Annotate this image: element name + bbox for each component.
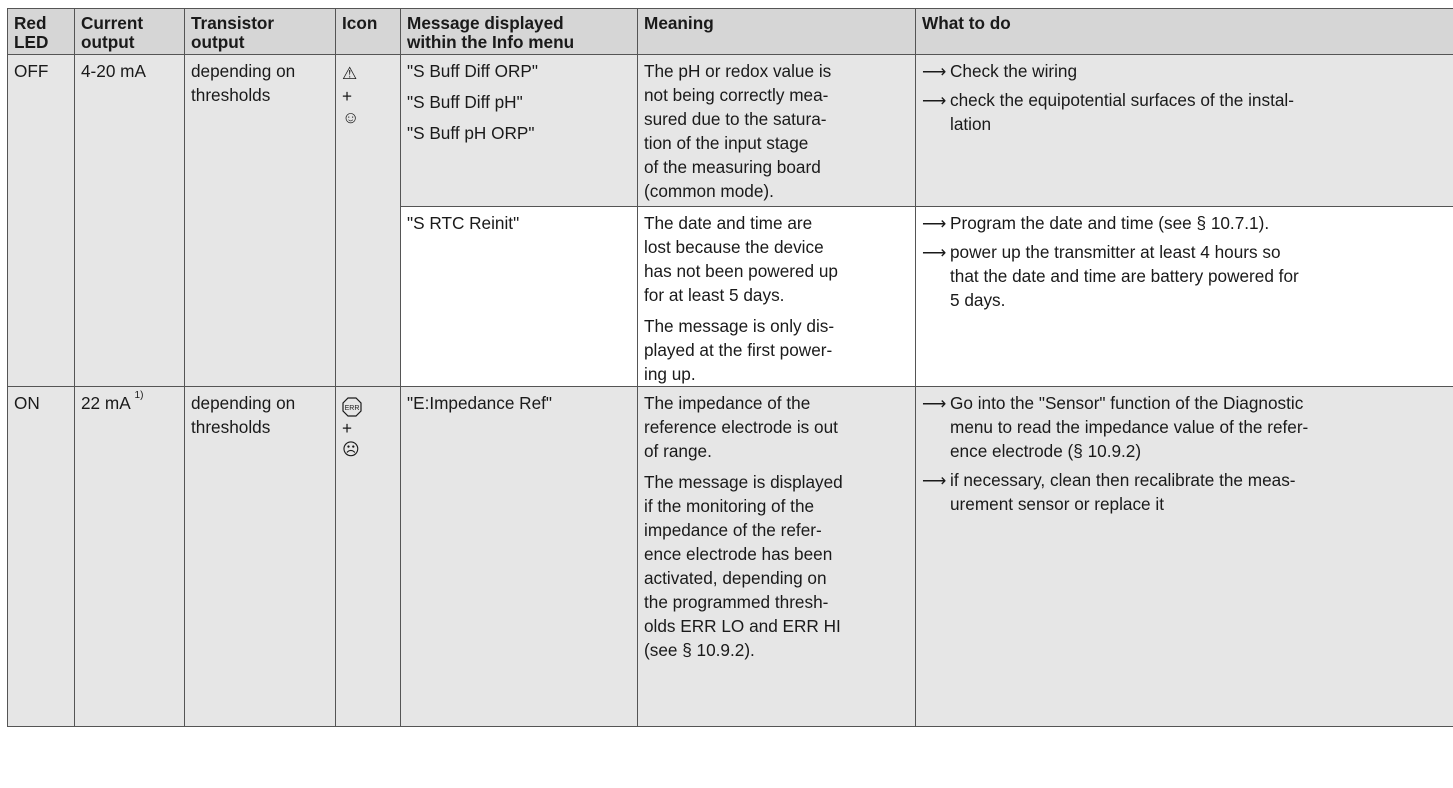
action-item: ⟶ check the equipotential surfaces of th…: [922, 90, 1294, 134]
arrow-icon: ⟶: [922, 470, 947, 490]
header-icon: Icon: [335, 8, 401, 55]
arrow-icon: ⟶: [922, 90, 947, 110]
action-item: ⟶ power up the transmitter at least 4 ho…: [922, 242, 1299, 310]
icon-cell: ⚠ + ☺: [335, 54, 401, 387]
message-cell: "E:Impedance Ref": [400, 386, 638, 727]
diagnostics-table: Red LED Current output Transistor output Ic…: [7, 8, 1453, 727]
header-red-led: Red LED: [7, 8, 75, 55]
transistor-output-cell: depending on thresholds: [184, 386, 336, 727]
header-current-output: Current output: [74, 8, 185, 55]
current-output-cell: 22 mA 1): [74, 386, 185, 727]
plus-sign: +: [342, 418, 353, 439]
action-item: ⟶ Go into the "Sensor" function of the D…: [922, 393, 1309, 461]
smiley-happy-icon: ☺: [342, 108, 360, 127]
header-row: Red LED Current output Transistor output Ic…: [7, 8, 1453, 55]
message-text: "S Buff pH ORP": [407, 123, 535, 143]
table-row: OFF 4-20 mA depending on thresholds ⚠ + ☺…: [7, 54, 1453, 387]
footnote-marker: 1): [134, 390, 144, 401]
message-cell: "S RTC Reinit": [400, 206, 638, 387]
header-transistor-output: Transistor output: [184, 8, 336, 55]
arrow-icon: ⟶: [922, 61, 947, 81]
red-led-cell: OFF: [7, 54, 75, 387]
header-meaning: Meaning: [637, 8, 916, 55]
current-output-cell: 4-20 mA: [74, 54, 185, 387]
meaning-cell: The pH or redox value is not being correc…: [637, 54, 916, 207]
smiley-sad-icon: ☹: [342, 440, 360, 460]
header-message: Message displayed within the Info menu: [400, 8, 638, 55]
arrow-icon: ⟶: [922, 213, 947, 233]
arrow-icon: ⟶: [922, 242, 947, 262]
what-to-do-cell: ⟶ Check the wiring ⟶ check the equipoten…: [915, 54, 1453, 207]
transistor-output-cell: depending on thresholds: [184, 54, 336, 387]
message-cell: "S Buff Diff ORP" "S Buff Diff pH" "S Bu…: [400, 54, 638, 207]
plus-sign: +: [342, 86, 353, 106]
red-led-cell: ON: [7, 386, 75, 727]
header-what-to-do: What to do: [915, 8, 1453, 55]
table-row: ON 22 mA 1) depending on thresholds ERR +…: [7, 386, 1453, 727]
message-text: "S Buff Diff pH": [407, 92, 523, 112]
action-item: ⟶ Check the wiring: [922, 61, 1078, 81]
what-to-do-cell: ⟶ Go into the "Sensor" function of the D…: [915, 386, 1453, 727]
message-text: "S Buff Diff ORP": [407, 61, 538, 81]
meaning-cell: The date and time are lost because the de…: [637, 206, 916, 387]
arrow-icon: ⟶: [922, 393, 947, 413]
what-to-do-cell: ⟶ Program the date and time (see § 10.7.…: [915, 206, 1453, 387]
icon-cell: ERR + ☹: [335, 386, 401, 727]
action-item: ⟶ Program the date and time (see § 10.7.…: [922, 213, 1270, 233]
err-stop-icon: ERR: [342, 395, 394, 418]
warning-icon: ⚠: [342, 64, 358, 83]
meaning-cell: The impedance of the reference electrode …: [637, 386, 916, 727]
action-item: ⟶ if necessary, clean then recalibrate t…: [922, 470, 1296, 514]
svg-text:ERR: ERR: [345, 405, 360, 412]
